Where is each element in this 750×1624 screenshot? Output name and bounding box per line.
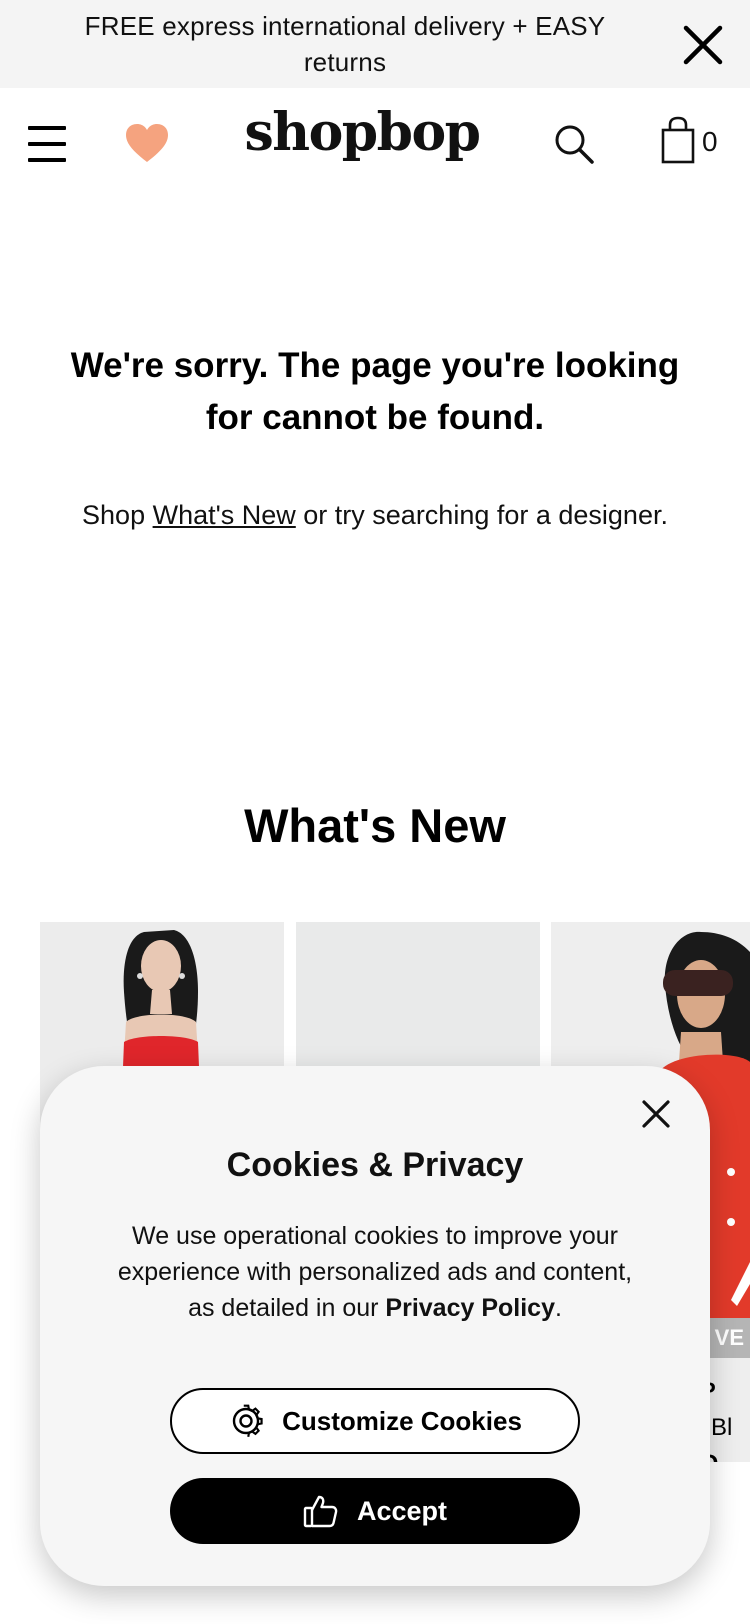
thumbs-up-icon — [303, 1493, 339, 1529]
promo-text-line1: FREE express international delivery + EA… — [84, 11, 606, 41]
cookie-text: We use operational cookies to improve yo… — [70, 1218, 680, 1326]
promo-banner: FREE express international delivery + EA… — [0, 0, 750, 88]
site-header: shopbop 0 — [0, 88, 750, 198]
error-title-line2: for cannot be found. — [205, 398, 545, 437]
accept-label: Accept — [356, 1495, 448, 1526]
cookie-text-line3: as detailed in our Privacy Policy. — [70, 1290, 680, 1326]
cookie-text-line2: experience with personalized ads and con… — [117, 1258, 633, 1286]
customize-cookies-label: Customize Cookies — [282, 1405, 522, 1436]
bag-icon[interactable] — [660, 116, 696, 164]
error-sub-prefix: Shop — [82, 500, 153, 530]
close-icon[interactable] — [636, 1094, 676, 1134]
gear-icon — [228, 1403, 264, 1439]
cookie-text-suffix: . — [554, 1294, 562, 1322]
accept-button[interactable]: Accept — [170, 1478, 580, 1544]
promo-text-line2: returns — [303, 47, 387, 77]
whats-new-title: What's New — [244, 799, 506, 852]
error-subtext: Shop What's New or try searching for a d… — [20, 500, 730, 531]
error-title-line1: We're sorry. The page you're looking — [70, 346, 680, 385]
error-sub-suffix: or try searching for a designer. — [295, 500, 668, 530]
menu-icon[interactable] — [28, 124, 68, 164]
promo-close-icon[interactable] — [680, 22, 726, 68]
bag-count[interactable]: 0 — [702, 126, 718, 158]
shopbop-logo[interactable]: shopbop — [232, 102, 492, 163]
privacy-policy-link[interactable]: Privacy Policy — [385, 1294, 555, 1322]
promo-text: FREE express international delivery + EA… — [60, 8, 630, 80]
cookie-consent-dialog: Cookies & Privacy We use operational coo… — [40, 1066, 710, 1586]
cookie-title: Cookies & Privacy — [226, 1146, 524, 1184]
error-title: We're sorry. The page you're looking for… — [40, 340, 710, 444]
search-icon[interactable] — [552, 122, 596, 166]
cookie-text-prefix: as detailed in our — [188, 1294, 386, 1322]
whats-new-link[interactable]: What's New — [153, 500, 296, 530]
customize-cookies-button[interactable]: Customize Cookies — [170, 1388, 580, 1454]
cookie-text-line1: We use operational cookies to improve yo… — [132, 1222, 618, 1250]
heart-icon[interactable] — [124, 122, 170, 164]
